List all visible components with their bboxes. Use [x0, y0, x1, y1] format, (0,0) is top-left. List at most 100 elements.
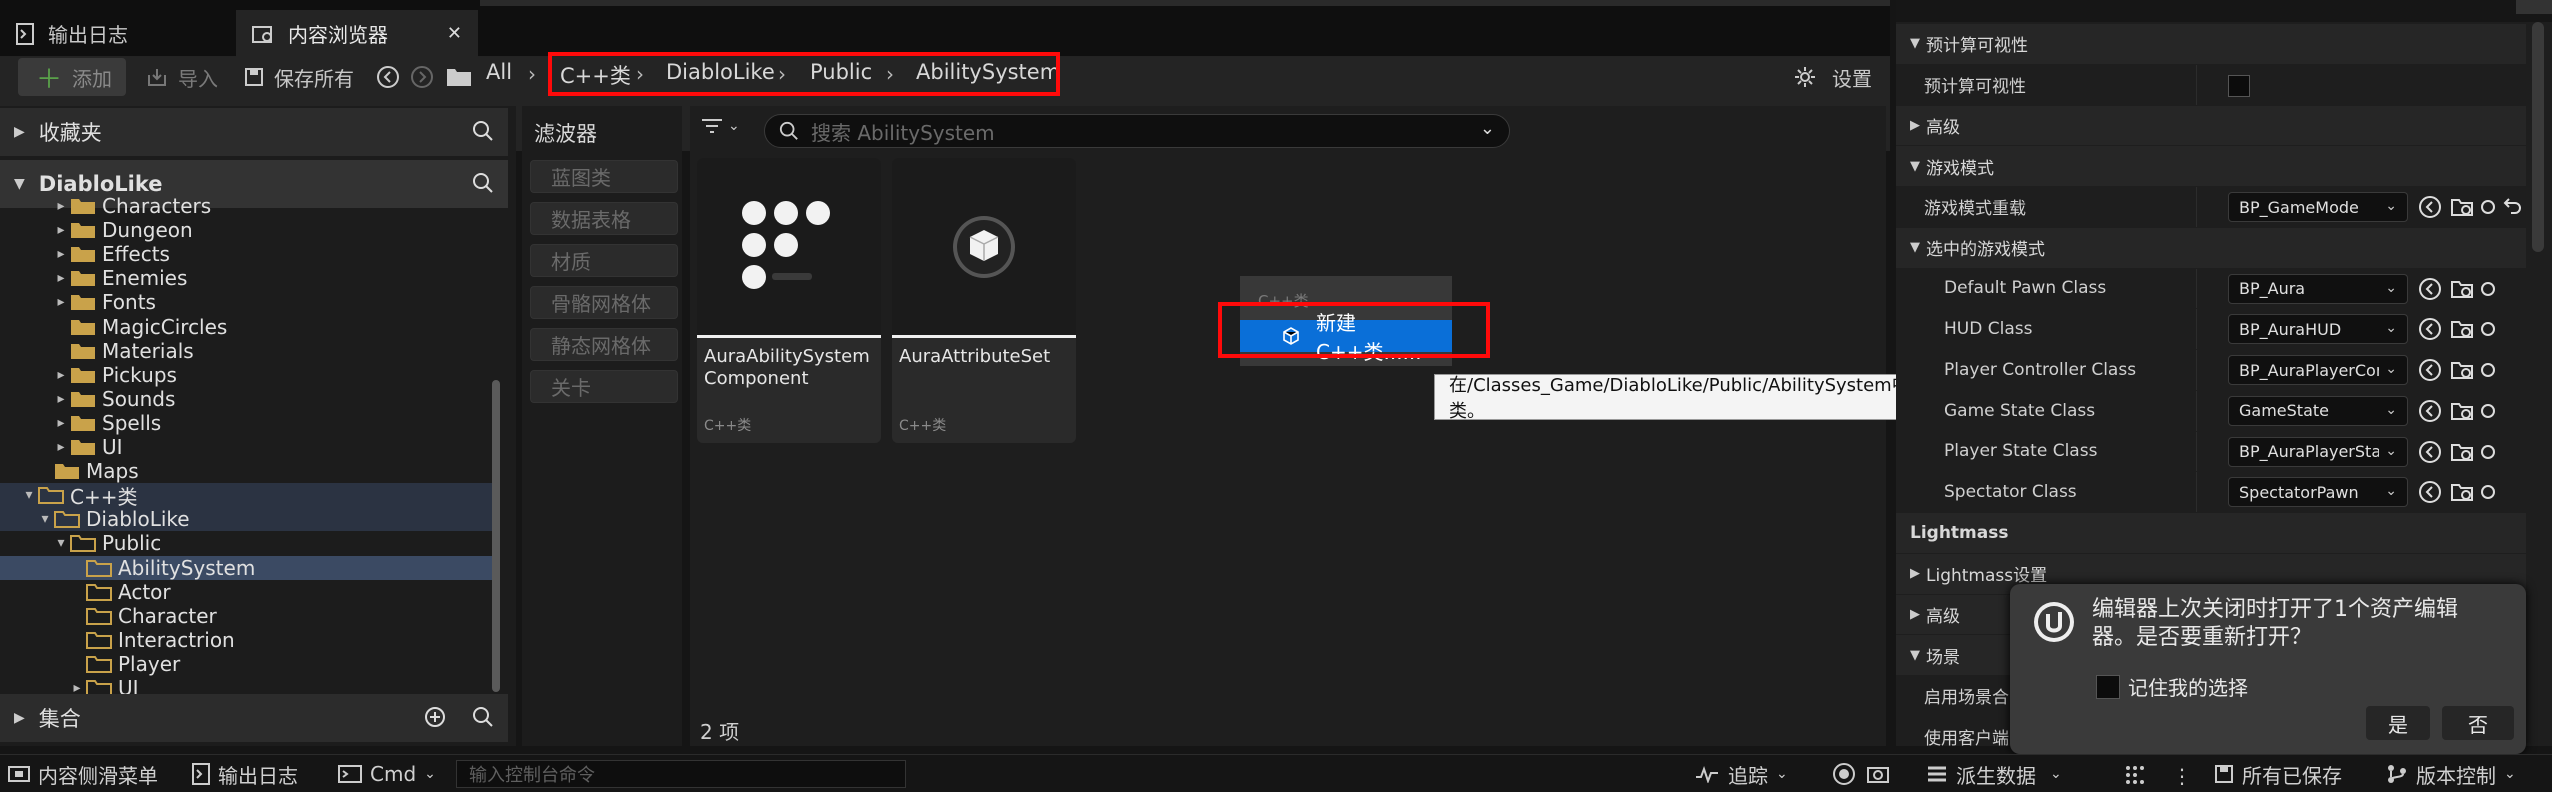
remember-choice-checkbox[interactable]: 记住我的选择	[2096, 672, 2248, 701]
tree-item[interactable]: AbilitySystem	[0, 555, 494, 580]
class-dropdown[interactable]: SpectatorPawn ⌄	[2228, 477, 2408, 508]
source-control-button[interactable]: 版本控制 ⌄	[2386, 760, 2516, 788]
cmd-dropdown[interactable]: Cmd ⌄	[338, 760, 436, 788]
tree-item[interactable]: Interactrion	[0, 628, 494, 652]
save-all-button[interactable]: 保存所有	[244, 58, 354, 96]
expand-arrow-icon[interactable]: ▸	[52, 197, 70, 215]
collapse-arrow-icon[interactable]: ▾	[36, 510, 54, 528]
tree-item[interactable]: ▸ Fonts	[0, 290, 494, 314]
tree-item[interactable]: ▾ DiabloLike	[0, 507, 494, 532]
details-category[interactable]: Lightmass	[1896, 513, 2526, 553]
filter-data-table[interactable]: 数据表格	[530, 202, 678, 235]
save-status-button[interactable]: 所有已保存	[2214, 760, 2342, 788]
output-log-button[interactable]: 输出日志	[192, 760, 298, 788]
tree-item[interactable]: ▾ C++类	[0, 483, 494, 509]
expand-arrow-icon[interactable]: ▸	[52, 390, 70, 408]
back-arrow-icon[interactable]	[376, 65, 400, 89]
tree-item[interactable]: ▸ Dungeon	[0, 218, 494, 242]
collections-header[interactable]: ▶ 集合	[0, 694, 508, 742]
search-icon[interactable]	[472, 706, 494, 728]
browse-icon[interactable]	[2450, 480, 2474, 504]
details-scrollbar[interactable]	[2532, 22, 2544, 252]
class-dropdown[interactable]: GameState ⌄	[2228, 395, 2408, 426]
details-category[interactable]: ▼ 游戏模式	[1896, 146, 2526, 186]
browse-icon[interactable]	[2450, 440, 2474, 464]
filter-material[interactable]: 材质	[530, 244, 678, 277]
expand-arrow-icon[interactable]: ▸	[52, 221, 70, 239]
expand-arrow-icon[interactable]: ▼	[1910, 240, 1920, 255]
collapse-arrow-icon[interactable]: ▾	[20, 486, 38, 504]
details-category[interactable]: ▼ 预计算可视性	[1896, 24, 2526, 64]
clear-icon[interactable]	[2480, 440, 2504, 464]
console-input[interactable]: 输入控制台命令	[456, 760, 906, 788]
tree-item[interactable]: ▸ Pickups	[0, 363, 494, 387]
use-selected-icon[interactable]	[2418, 399, 2442, 423]
asset-tile-abilitysystemcomponent[interactable]: AuraAbilitySystem Component C++类	[697, 158, 881, 443]
class-dropdown[interactable]: BP_AuraHUD ⌄	[2228, 314, 2408, 345]
content-drawer-button[interactable]: 内容侧滑菜单	[8, 760, 158, 788]
filter-blueprint-class[interactable]: 蓝图类	[530, 160, 678, 193]
tree-item[interactable]: Character	[0, 604, 494, 628]
filter-static-mesh[interactable]: 静态网格体	[530, 328, 678, 361]
tree-item[interactable]: ▸ Effects	[0, 242, 494, 266]
tree-item[interactable]: ▸ Sounds	[0, 387, 494, 411]
asset-search-box[interactable]: 搜索 AbilitySystem ⌄	[764, 114, 1510, 148]
search-icon[interactable]	[472, 120, 494, 142]
screenshot-icon[interactable]	[1866, 762, 1890, 786]
clear-icon[interactable]	[2480, 277, 2504, 301]
tree-item[interactable]: Actor	[0, 580, 494, 604]
grid-dots-icon[interactable]	[2124, 764, 2146, 786]
use-selected-icon[interactable]	[2418, 358, 2442, 382]
tree-item[interactable]: MagicCircles	[0, 315, 494, 339]
class-dropdown[interactable]: BP_AuraPlayerCon ⌄	[2228, 355, 2408, 385]
tree-item[interactable]: ▸ Spells	[0, 411, 494, 435]
use-selected-icon[interactable]	[2418, 277, 2442, 301]
breadcrumb-all[interactable]: All	[486, 60, 512, 84]
details-search-strip[interactable]	[1896, 0, 2552, 22]
tree-item[interactable]: ▸ Characters	[0, 194, 494, 218]
browse-icon[interactable]	[2450, 399, 2474, 423]
browse-icon[interactable]	[2450, 277, 2474, 301]
close-tab-icon[interactable]: ✕	[447, 23, 462, 44]
chevron-down-icon[interactable]: ⌄	[1480, 118, 1495, 139]
clear-icon[interactable]	[2480, 480, 2504, 504]
precompute-visibility-checkbox[interactable]	[2228, 74, 2250, 97]
browse-icon[interactable]	[2450, 195, 2474, 219]
class-dropdown[interactable]: BP_GameMode ⌄	[2228, 192, 2408, 222]
tree-item[interactable]: ▸ Enemies	[0, 266, 494, 290]
asset-tile-attributeset[interactable]: AuraAttributeSet C++类	[892, 158, 1076, 443]
browse-icon[interactable]	[2450, 358, 2474, 382]
tab-content-browser[interactable]: 内容浏览器 ✕	[236, 10, 478, 57]
add-collection-icon[interactable]	[424, 706, 446, 728]
use-selected-icon[interactable]	[2418, 317, 2442, 341]
expand-arrow-icon[interactable]: ▸	[52, 245, 70, 263]
expand-arrow-icon[interactable]: ▶	[1910, 118, 1920, 133]
record-icon[interactable]	[1832, 762, 1856, 786]
tree-scrollbar[interactable]	[492, 380, 500, 692]
use-selected-icon[interactable]	[2418, 440, 2442, 464]
yes-button[interactable]: 是	[2366, 706, 2430, 740]
browse-icon[interactable]	[2450, 317, 2474, 341]
use-selected-icon[interactable]	[2418, 195, 2442, 219]
tree-item[interactable]: Materials	[0, 339, 494, 363]
import-button[interactable]: 导入	[146, 58, 218, 96]
derived-data-button[interactable]: 派生数据 ⌄	[1926, 760, 2062, 788]
use-selected-icon[interactable]	[2418, 480, 2442, 504]
favorites-header[interactable]: ▶ 收藏夹	[0, 108, 508, 156]
filter-skeletal-mesh[interactable]: 骨骼网格体	[530, 286, 678, 319]
tree-item[interactable]: ▾ Public	[0, 531, 494, 555]
clear-icon[interactable]	[2480, 358, 2504, 382]
trace-button[interactable]: 追踪 ⌄	[1694, 760, 1788, 788]
tree-item[interactable]: Maps	[0, 459, 494, 483]
settings-button[interactable]: 设置	[1794, 58, 1872, 96]
details-category[interactable]: ▶ 高级	[1896, 105, 2526, 146]
clear-icon[interactable]	[2480, 317, 2504, 341]
search-icon[interactable]	[472, 172, 494, 194]
expand-arrow-icon[interactable]: ▸	[52, 269, 70, 287]
collapse-arrow-icon[interactable]: ▾	[52, 534, 70, 552]
clear-icon[interactable]	[2480, 399, 2504, 423]
class-dropdown[interactable]: BP_Aura ⌄	[2228, 273, 2408, 304]
tree-item[interactable]: ▸ UI	[0, 435, 494, 459]
expand-arrow-icon[interactable]: ▼	[1910, 159, 1920, 174]
expand-arrow-icon[interactable]: ▸	[52, 438, 70, 456]
